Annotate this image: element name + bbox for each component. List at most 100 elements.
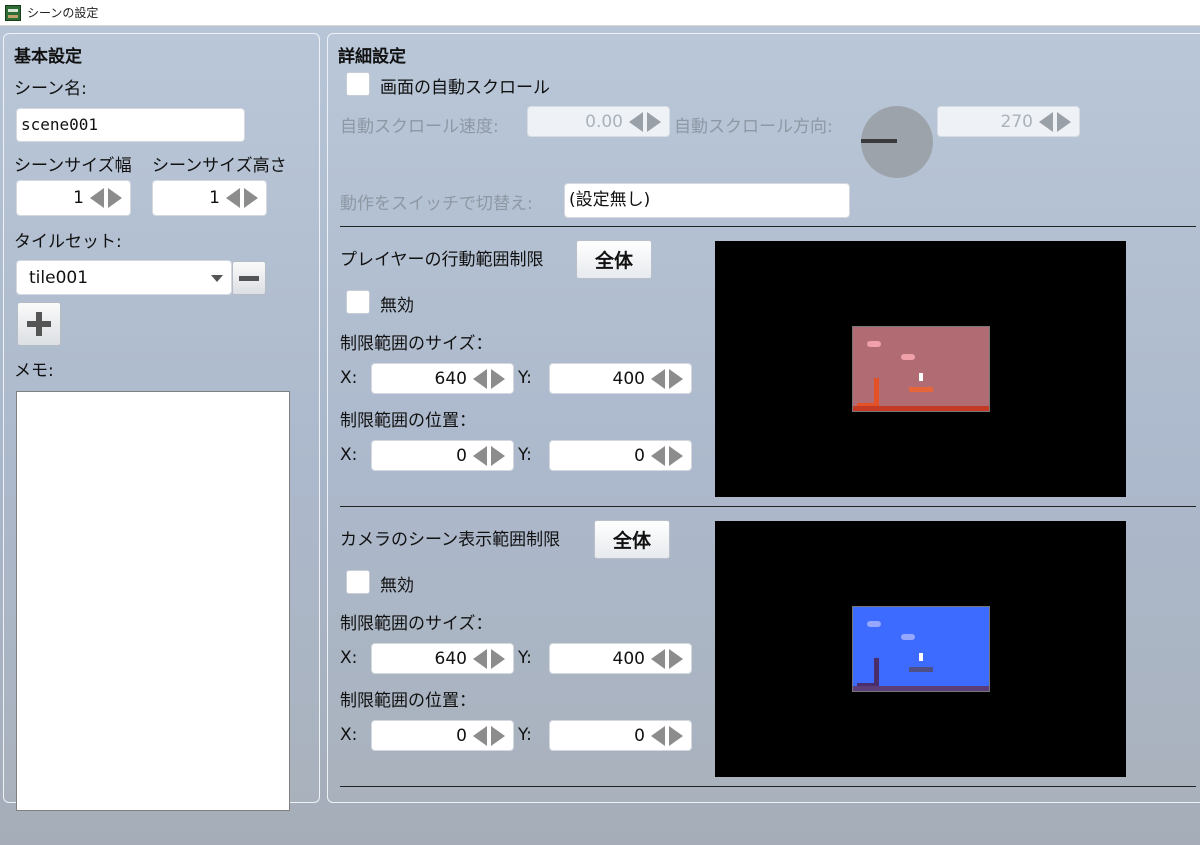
- autoscroll-label: 画面の自動スクロール: [380, 78, 550, 98]
- player-limit-area: [852, 326, 990, 412]
- cloud-sprite: [867, 341, 881, 347]
- camera-limit-area: [852, 606, 990, 692]
- autoscroll-speed-spinner[interactable]: 0.00: [527, 106, 670, 137]
- player-size-y-value: 400: [612, 368, 645, 389]
- decrement-arrow-icon[interactable]: [473, 725, 487, 746]
- autoscroll-checkbox[interactable]: [346, 72, 370, 96]
- camera-size-y-label: Y:: [518, 648, 532, 668]
- stair-sprite: [857, 378, 879, 406]
- scene-width-value: 1: [73, 188, 84, 208]
- decrement-arrow-icon[interactable]: [473, 445, 487, 466]
- decrement-arrow-icon[interactable]: [226, 188, 240, 208]
- decrement-arrow-icon[interactable]: [651, 648, 665, 669]
- player-limit-preview[interactable]: [715, 241, 1126, 497]
- dial-icon[interactable]: [861, 106, 933, 178]
- player-sprite: [919, 653, 923, 661]
- increment-arrow-icon[interactable]: [669, 725, 683, 746]
- camera-pos-x-spinner[interactable]: 0: [371, 720, 514, 751]
- add-tileset-button[interactable]: [17, 302, 61, 346]
- player-pos-x-spinner[interactable]: 0: [371, 440, 514, 471]
- section-divider: [340, 506, 1196, 507]
- scene-height-spinner[interactable]: 1: [152, 180, 267, 216]
- remove-tileset-button[interactable]: [232, 261, 266, 295]
- player-size-x-value: 640: [434, 368, 467, 389]
- minus-icon: [239, 275, 259, 281]
- camera-limit-title: カメラのシーン表示範囲制限: [340, 530, 561, 550]
- decrement-arrow-icon[interactable]: [651, 445, 665, 466]
- cloud-sprite: [867, 621, 881, 627]
- increment-arrow-icon[interactable]: [491, 648, 505, 669]
- increment-arrow-icon[interactable]: [244, 188, 258, 208]
- increment-arrow-icon[interactable]: [491, 445, 505, 466]
- autoscroll-speed-label: 自動スクロール速度:: [340, 117, 499, 137]
- section-divider: [340, 786, 1196, 787]
- camera-size-y-value: 400: [612, 648, 645, 669]
- player-pos-y-label: Y:: [518, 445, 532, 465]
- decrement-arrow-icon[interactable]: [90, 188, 104, 208]
- stair-sprite: [857, 658, 879, 686]
- autoscroll-direction-spinner[interactable]: 270: [937, 106, 1080, 137]
- platform-sprite: [909, 387, 933, 392]
- decrement-arrow-icon[interactable]: [651, 368, 665, 389]
- camera-size-y-spinner[interactable]: 400: [549, 643, 692, 674]
- increment-arrow-icon[interactable]: [669, 368, 683, 389]
- increment-arrow-icon[interactable]: [108, 188, 122, 208]
- player-size-x-label: X:: [340, 368, 358, 388]
- camera-pos-y-value: 0: [634, 725, 645, 746]
- decrement-arrow-icon[interactable]: [1039, 111, 1053, 132]
- decrement-arrow-icon[interactable]: [473, 648, 487, 669]
- window-titlebar: シーンの設定: [0, 0, 1200, 26]
- camera-pos-y-label: Y:: [518, 725, 532, 745]
- section-divider: [340, 226, 1196, 227]
- increment-arrow-icon[interactable]: [669, 445, 683, 466]
- switch-toggle-label: 動作をスイッチで切替え:: [340, 194, 533, 214]
- tileset-selected-value: tile001: [29, 267, 89, 288]
- tileset-select[interactable]: tile001: [16, 260, 232, 295]
- player-position-label: 制限範囲の位置：: [340, 411, 476, 431]
- player-pos-x-label: X:: [340, 445, 358, 465]
- window-title: シーンの設定: [27, 6, 99, 20]
- camera-limit-disable-label: 無効: [380, 576, 414, 596]
- camera-size-x-label: X:: [340, 648, 358, 668]
- switch-select[interactable]: (設定無し): [564, 183, 850, 218]
- app-icon: [5, 4, 21, 21]
- camera-size-label: 制限範囲のサイズ：: [340, 614, 493, 634]
- camera-pos-y-spinner[interactable]: 0: [549, 720, 692, 751]
- camera-size-x-spinner[interactable]: 640: [371, 643, 514, 674]
- player-size-y-spinner[interactable]: 400: [549, 363, 692, 394]
- autoscroll-direction-label: 自動スクロール方向:: [674, 117, 833, 137]
- detail-settings-panel: 詳細設定 画面の自動スクロール 自動スクロール速度: 0.00 自動スクロール方…: [327, 33, 1200, 803]
- camera-limit-all-button[interactable]: 全体: [594, 520, 670, 559]
- player-pos-y-value: 0: [634, 445, 645, 466]
- scene-width-spinner[interactable]: 1: [16, 180, 131, 216]
- decrement-arrow-icon[interactable]: [651, 725, 665, 746]
- player-limit-all-button[interactable]: 全体: [576, 240, 652, 279]
- player-size-label: 制限範囲のサイズ：: [340, 334, 493, 354]
- player-size-x-spinner[interactable]: 640: [371, 363, 514, 394]
- cloud-sprite: [901, 354, 915, 360]
- player-sprite: [919, 373, 923, 381]
- camera-pos-x-value: 0: [456, 725, 467, 746]
- scene-height-label: シーンサイズ高さ: [152, 156, 287, 176]
- player-pos-y-spinner[interactable]: 0: [549, 440, 692, 471]
- increment-arrow-icon[interactable]: [647, 111, 661, 132]
- decrement-arrow-icon[interactable]: [473, 368, 487, 389]
- dial-needle: [861, 139, 897, 143]
- increment-arrow-icon[interactable]: [491, 725, 505, 746]
- player-limit-disable-checkbox[interactable]: [346, 290, 370, 314]
- increment-arrow-icon[interactable]: [491, 368, 505, 389]
- decrement-arrow-icon[interactable]: [629, 111, 643, 132]
- chevron-down-icon: [211, 275, 223, 282]
- camera-limit-preview[interactable]: [715, 521, 1126, 777]
- scene-name-input[interactable]: scene001: [16, 108, 245, 142]
- memo-textarea[interactable]: [16, 391, 290, 811]
- scene-width-label: シーンサイズ幅: [14, 156, 132, 176]
- increment-arrow-icon[interactable]: [1057, 111, 1071, 132]
- scene-name-label: シーン名:: [14, 79, 87, 99]
- camera-limit-disable-checkbox[interactable]: [346, 570, 370, 594]
- player-limit-title: プレイヤーの行動範囲制限: [340, 250, 544, 270]
- increment-arrow-icon[interactable]: [669, 648, 683, 669]
- player-size-y-label: Y:: [518, 368, 532, 388]
- autoscroll-direction-value: 270: [1000, 111, 1033, 132]
- autoscroll-speed-value: 0.00: [585, 111, 623, 132]
